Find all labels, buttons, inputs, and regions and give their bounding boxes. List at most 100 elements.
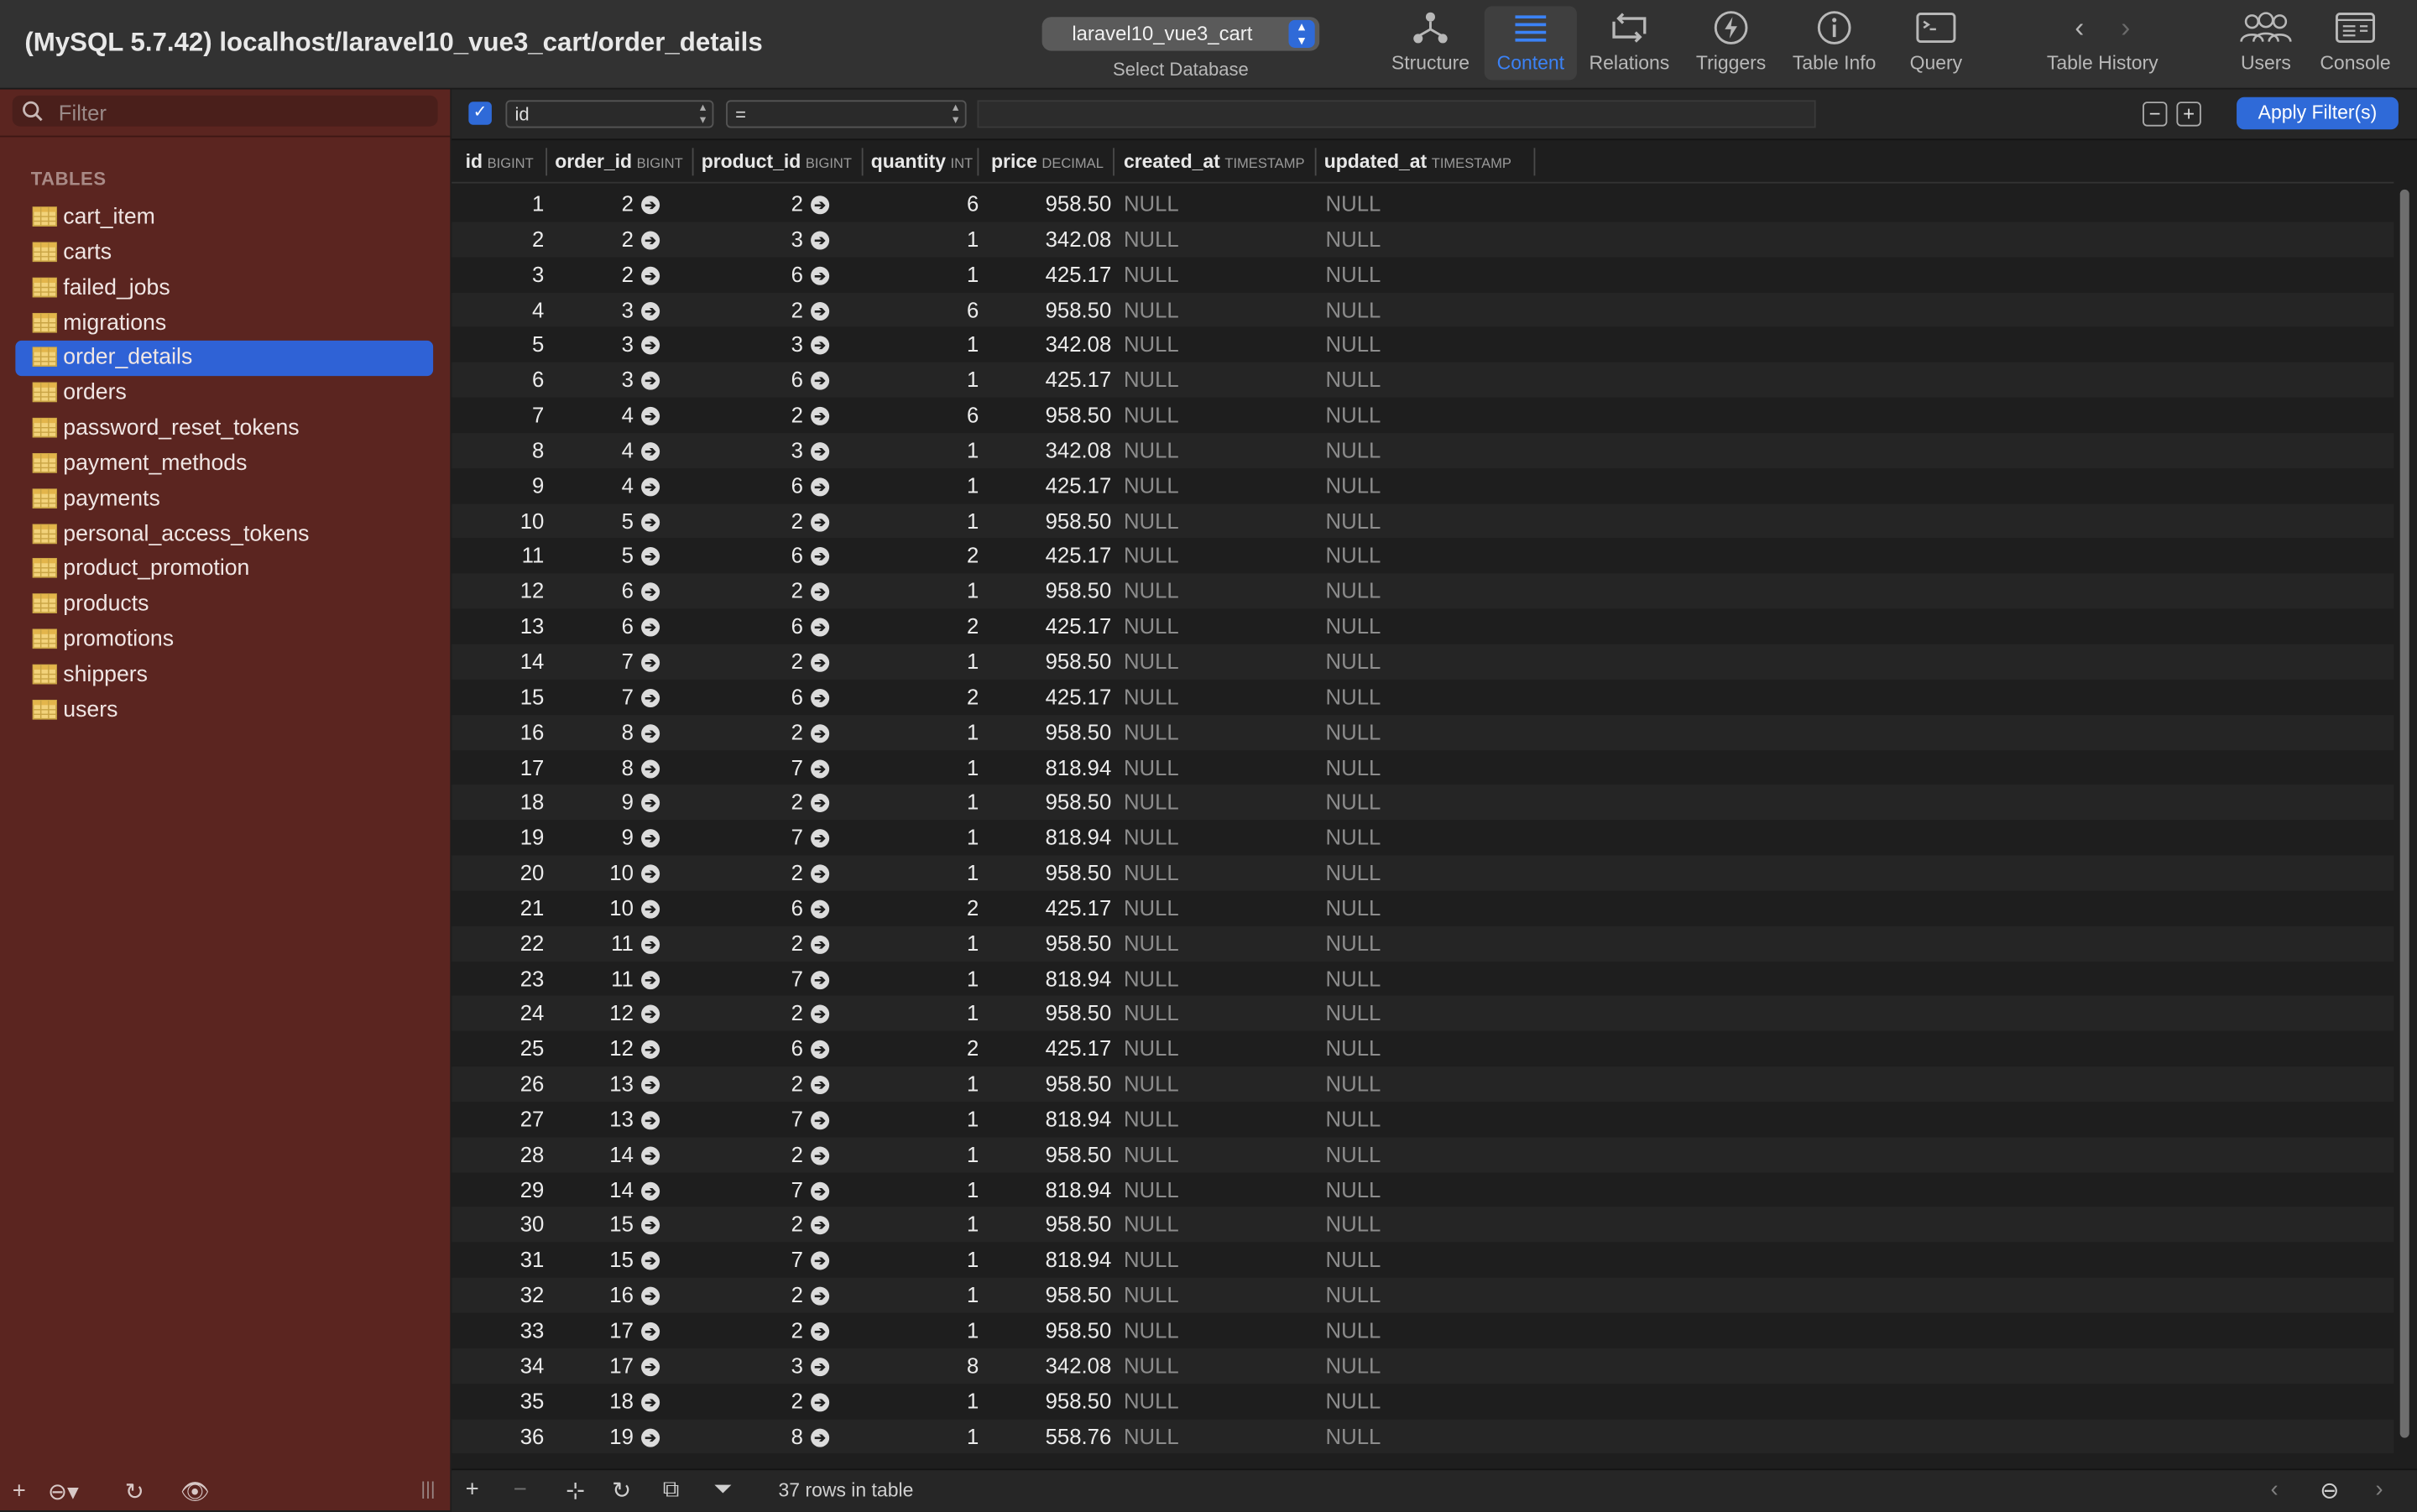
cell-updated-at[interactable]: NULL [1326, 1142, 1381, 1166]
cell-quantity[interactable]: 1 [967, 1212, 979, 1237]
cell-updated-at[interactable]: NULL [1326, 613, 1381, 638]
cell-price[interactable]: 958.50 [1046, 1212, 1112, 1237]
foreign-key-link-icon[interactable]: ➔ [641, 1251, 660, 1271]
column-divider[interactable] [1113, 148, 1115, 176]
table-item-migrations[interactable]: migrations [15, 306, 433, 342]
cell-order-id[interactable]: 4 ➔ [622, 472, 660, 498]
table-row[interactable]: 29 14 ➔ 7 ➔ 1 818.94 NULL NULL [452, 1172, 2394, 1207]
duplicate-row-icon[interactable]: ⊹ [566, 1477, 585, 1504]
cell-product-id[interactable]: 2 ➔ [791, 1388, 830, 1413]
foreign-key-link-icon[interactable]: ➔ [641, 1111, 660, 1130]
cell-price[interactable]: 425.17 [1046, 472, 1112, 497]
cell-order-id[interactable]: 11 ➔ [611, 966, 660, 990]
foreign-key-link-icon[interactable]: ➔ [811, 899, 830, 919]
column-divider[interactable] [1314, 148, 1317, 176]
cell-updated-at[interactable]: NULL [1326, 1317, 1381, 1342]
eye-icon[interactable]: 👁 [180, 1478, 210, 1505]
cell-order-id[interactable]: 19 ➔ [609, 1423, 660, 1448]
cell-quantity[interactable]: 1 [967, 966, 979, 990]
structure-button[interactable]: Structure [1381, 6, 1480, 80]
cell-quantity[interactable]: 2 [967, 543, 979, 567]
cell-quantity[interactable]: 1 [967, 262, 979, 286]
cell-updated-at[interactable]: NULL [1326, 1282, 1381, 1306]
column-divider[interactable] [692, 148, 694, 176]
cell-price[interactable]: 958.50 [1046, 191, 1112, 216]
cell-id[interactable]: 13 [520, 613, 545, 638]
relations-button[interactable]: Relations [1583, 6, 1675, 80]
cell-created-at[interactable]: NULL [1124, 332, 1179, 357]
foreign-key-link-icon[interactable]: ➔ [641, 935, 660, 954]
cell-product-id[interactable]: 6 ➔ [791, 1036, 830, 1061]
back-icon[interactable]: ‹ [2075, 12, 2084, 44]
cell-id[interactable]: 26 [520, 1071, 545, 1096]
cell-created-at[interactable]: NULL [1124, 1282, 1179, 1306]
table-row[interactable]: 30 15 ➔ 2 ➔ 1 958.50 NULL NULL [452, 1207, 2394, 1243]
cell-id[interactable]: 17 [520, 754, 545, 779]
cell-product-id[interactable]: 7 ➔ [791, 754, 830, 779]
cell-created-at[interactable]: NULL [1124, 578, 1179, 602]
table-row[interactable]: 23 11 ➔ 7 ➔ 1 818.94 NULL NULL [452, 961, 2394, 997]
cell-id[interactable]: 15 [520, 684, 545, 708]
cell-id[interactable]: 24 [520, 1001, 545, 1025]
cell-order-id[interactable]: 7 ➔ [622, 684, 660, 709]
foreign-key-link-icon[interactable]: ➔ [641, 899, 660, 919]
foreign-key-link-icon[interactable]: ➔ [641, 618, 660, 637]
foreign-key-link-icon[interactable]: ➔ [641, 301, 660, 321]
cell-order-id[interactable]: 9 ➔ [622, 825, 660, 849]
cell-id[interactable]: 35 [520, 1388, 545, 1412]
cell-quantity[interactable]: 1 [967, 578, 979, 602]
cell-updated-at[interactable]: NULL [1326, 543, 1381, 567]
cell-updated-at[interactable]: NULL [1326, 1071, 1381, 1096]
cell-created-at[interactable]: NULL [1124, 1317, 1179, 1342]
table-row[interactable]: 15 7 ➔ 6 ➔ 2 425.17 NULL NULL [452, 679, 2394, 715]
next-page-icon[interactable]: › [2375, 1477, 2383, 1503]
column-header-order-id[interactable]: order_id BIGINT [555, 151, 683, 173]
cell-price[interactable]: 958.50 [1046, 297, 1112, 321]
triggers-button[interactable]: Triggers [1685, 6, 1778, 80]
foreign-key-link-icon[interactable]: ➔ [641, 441, 660, 461]
cell-updated-at[interactable]: NULL [1326, 332, 1381, 357]
cell-order-id[interactable]: 14 ➔ [609, 1142, 660, 1166]
users-button[interactable]: Users [2223, 6, 2310, 80]
cell-quantity[interactable]: 2 [967, 895, 979, 920]
cell-price[interactable]: 958.50 [1046, 1142, 1112, 1166]
remove-row-icon[interactable]: − [514, 1477, 527, 1503]
table-row[interactable]: 27 13 ➔ 7 ➔ 1 818.94 NULL NULL [452, 1102, 2394, 1138]
cell-updated-at[interactable]: NULL [1326, 966, 1381, 990]
foreign-key-link-icon[interactable]: ➔ [811, 1181, 830, 1201]
cell-product-id[interactable]: 2 ➔ [791, 402, 830, 427]
resize-handle-icon[interactable]: ||| [420, 1478, 435, 1499]
cell-product-id[interactable]: 2 ➔ [791, 931, 830, 955]
table-row[interactable]: 16 8 ➔ 2 ➔ 1 958.50 NULL NULL [452, 714, 2394, 750]
foreign-key-link-icon[interactable]: ➔ [811, 372, 830, 391]
cell-id[interactable]: 28 [520, 1142, 545, 1166]
table-row[interactable]: 31 15 ➔ 7 ➔ 1 818.94 NULL NULL [452, 1242, 2394, 1278]
table-row[interactable]: 36 19 ➔ 8 ➔ 1 558.76 NULL NULL [452, 1418, 2394, 1454]
table-row[interactable]: 33 17 ➔ 2 ➔ 1 958.50 NULL NULL [452, 1312, 2394, 1348]
cell-quantity[interactable]: 1 [967, 1107, 979, 1131]
cell-price[interactable]: 958.50 [1046, 1388, 1112, 1412]
cell-id[interactable]: 10 [520, 508, 545, 532]
foreign-key-link-icon[interactable]: ➔ [811, 1322, 830, 1341]
foreign-key-link-icon[interactable]: ➔ [811, 407, 830, 426]
foreign-key-link-icon[interactable]: ➔ [811, 547, 830, 566]
remove-filter-icon[interactable]: − [2143, 102, 2168, 127]
cell-updated-at[interactable]: NULL [1326, 684, 1381, 708]
refresh-icon[interactable]: ↻ [125, 1478, 144, 1505]
table-row[interactable]: 2 2 ➔ 3 ➔ 1 342.08 NULL NULL [452, 222, 2394, 258]
table-row[interactable]: 3 2 ➔ 6 ➔ 1 425.17 NULL NULL [452, 257, 2394, 293]
filter-icon[interactable]: ⏷ [713, 1477, 732, 1503]
cell-updated-at[interactable]: NULL [1326, 297, 1381, 321]
cell-quantity[interactable]: 8 [967, 1353, 979, 1377]
foreign-key-link-icon[interactable]: ➔ [641, 372, 660, 391]
cell-updated-at[interactable]: NULL [1326, 754, 1381, 779]
cell-price[interactable]: 818.94 [1046, 1177, 1112, 1202]
cell-quantity[interactable]: 1 [967, 1317, 979, 1342]
cell-id[interactable]: 5 [532, 332, 544, 357]
foreign-key-link-icon[interactable]: ➔ [641, 794, 660, 813]
foreign-key-link-icon[interactable]: ➔ [811, 441, 830, 461]
cell-id[interactable]: 6 [532, 368, 544, 392]
foreign-key-link-icon[interactable]: ➔ [811, 1251, 830, 1271]
cell-product-id[interactable]: 6 ➔ [791, 613, 830, 639]
foreign-key-link-icon[interactable]: ➔ [811, 618, 830, 637]
